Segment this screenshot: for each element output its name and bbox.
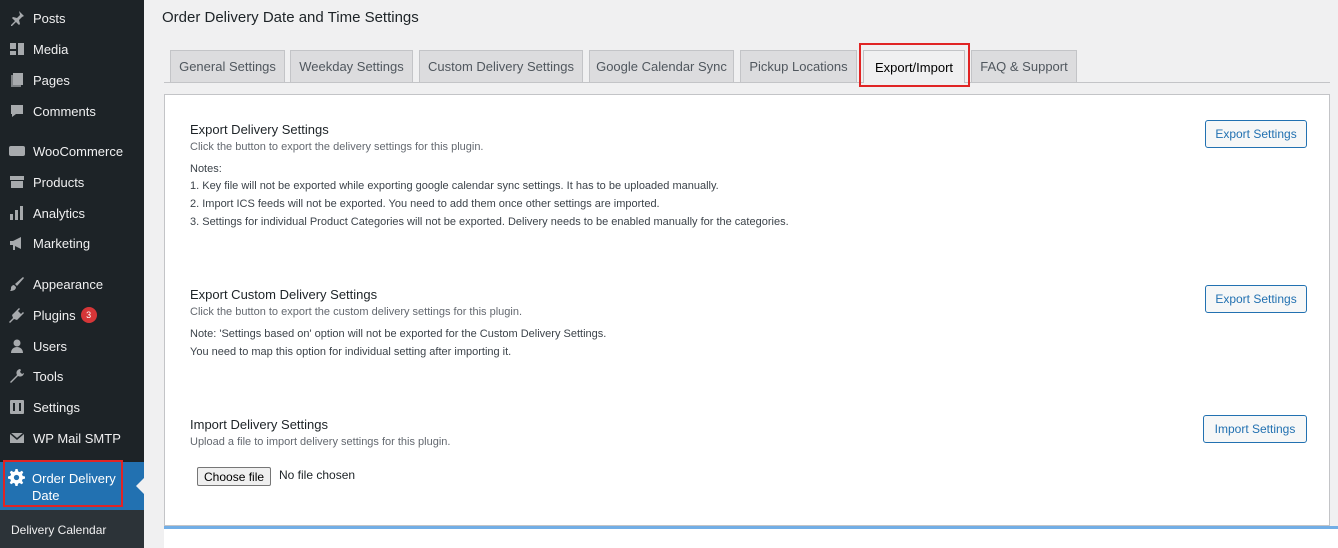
- menu-item-settings[interactable]: Settings: [0, 392, 144, 422]
- woocommerce-icon: [8, 142, 26, 160]
- highlight-box-tab: [859, 43, 970, 87]
- menu-item-wp-mail-smtp[interactable]: WP Mail SMTP: [0, 423, 144, 453]
- export-note-1: 1. Key file will not be exported while e…: [190, 180, 719, 192]
- menu-item-users[interactable]: Users: [0, 331, 144, 361]
- products-icon: [8, 173, 26, 191]
- settings-icon: [8, 398, 26, 416]
- menu-item-plugins[interactable]: Plugins 3: [0, 300, 144, 330]
- menu-item-posts[interactable]: Posts: [0, 3, 144, 33]
- tab-custom-delivery-settings[interactable]: Custom Delivery Settings: [419, 50, 583, 82]
- menu-item-appearance[interactable]: Appearance: [0, 269, 144, 299]
- tab-faq-support[interactable]: FAQ & Support: [971, 50, 1077, 82]
- export-section-title: Export Delivery Settings: [190, 122, 329, 137]
- media-icon: [8, 40, 26, 58]
- submenu: Delivery Calendar: [0, 510, 144, 548]
- custom-export-section-title: Export Custom Delivery Settings: [190, 287, 378, 302]
- import-section-description: Upload a file to import delivery setting…: [190, 436, 451, 448]
- wrench-icon: [8, 367, 26, 385]
- megaphone-icon: [8, 234, 26, 252]
- choose-file-button[interactable]: Choose file: [197, 467, 272, 486]
- plugins-update-badge: 3: [80, 307, 97, 323]
- footer-area: [164, 529, 1338, 548]
- page-title: Order Delivery Date and Time Settings: [162, 9, 419, 26]
- menu-item-analytics[interactable]: Analytics: [0, 198, 144, 228]
- menu-item-media[interactable]: Media: [0, 34, 144, 64]
- user-icon: [8, 337, 26, 355]
- export-notes-label: Notes:: [190, 163, 222, 175]
- export-note-3: 3. Settings for individual Product Categ…: [190, 216, 789, 228]
- submenu-item-delivery-calendar[interactable]: Delivery Calendar: [11, 523, 106, 537]
- export-settings-button[interactable]: Export Settings: [1205, 120, 1307, 148]
- pin-icon: [8, 9, 26, 27]
- file-status: No file chosen: [279, 468, 356, 482]
- export-note-2: 2. Import ICS feeds will not be exported…: [190, 198, 660, 210]
- tabs-divider: [164, 82, 1330, 83]
- menu-item-woocommerce[interactable]: WooCommerce: [0, 136, 144, 166]
- comments-icon: [8, 102, 26, 120]
- import-section-title: Import Delivery Settings: [190, 417, 328, 432]
- menu-item-pages[interactable]: Pages: [0, 65, 144, 95]
- custom-export-note-2: You need to map this option for individu…: [190, 346, 512, 358]
- import-settings-button[interactable]: Import Settings: [1203, 415, 1307, 443]
- export-section-description: Click the button to export the delivery …: [190, 141, 484, 153]
- brush-icon: [8, 275, 26, 293]
- current-menu-arrow: [136, 478, 144, 494]
- menu-item-marketing[interactable]: Marketing: [0, 228, 144, 258]
- custom-export-section-description: Click the button to export the custom de…: [190, 306, 522, 318]
- tab-weekday-settings[interactable]: Weekday Settings: [290, 50, 413, 82]
- menu-item-products[interactable]: Products: [0, 167, 144, 197]
- pages-icon: [8, 71, 26, 89]
- export-custom-settings-button[interactable]: Export Settings: [1205, 285, 1307, 313]
- plugin-icon: [8, 306, 26, 324]
- menu-item-comments[interactable]: Comments: [0, 96, 144, 126]
- admin-sidebar: Posts Media Pages Comments WooCommerce P…: [0, 0, 144, 548]
- menu-item-tools[interactable]: Tools: [0, 361, 144, 391]
- tab-general-settings[interactable]: General Settings: [170, 50, 285, 82]
- tab-pickup-locations[interactable]: Pickup Locations: [740, 50, 857, 82]
- custom-export-note-1: Note: 'Settings based on' option will no…: [190, 328, 607, 340]
- analytics-icon: [8, 204, 26, 222]
- highlight-box-sidebar: [3, 460, 123, 507]
- mail-icon: [8, 429, 26, 447]
- tab-google-calendar-sync[interactable]: Google Calendar Sync: [589, 50, 734, 82]
